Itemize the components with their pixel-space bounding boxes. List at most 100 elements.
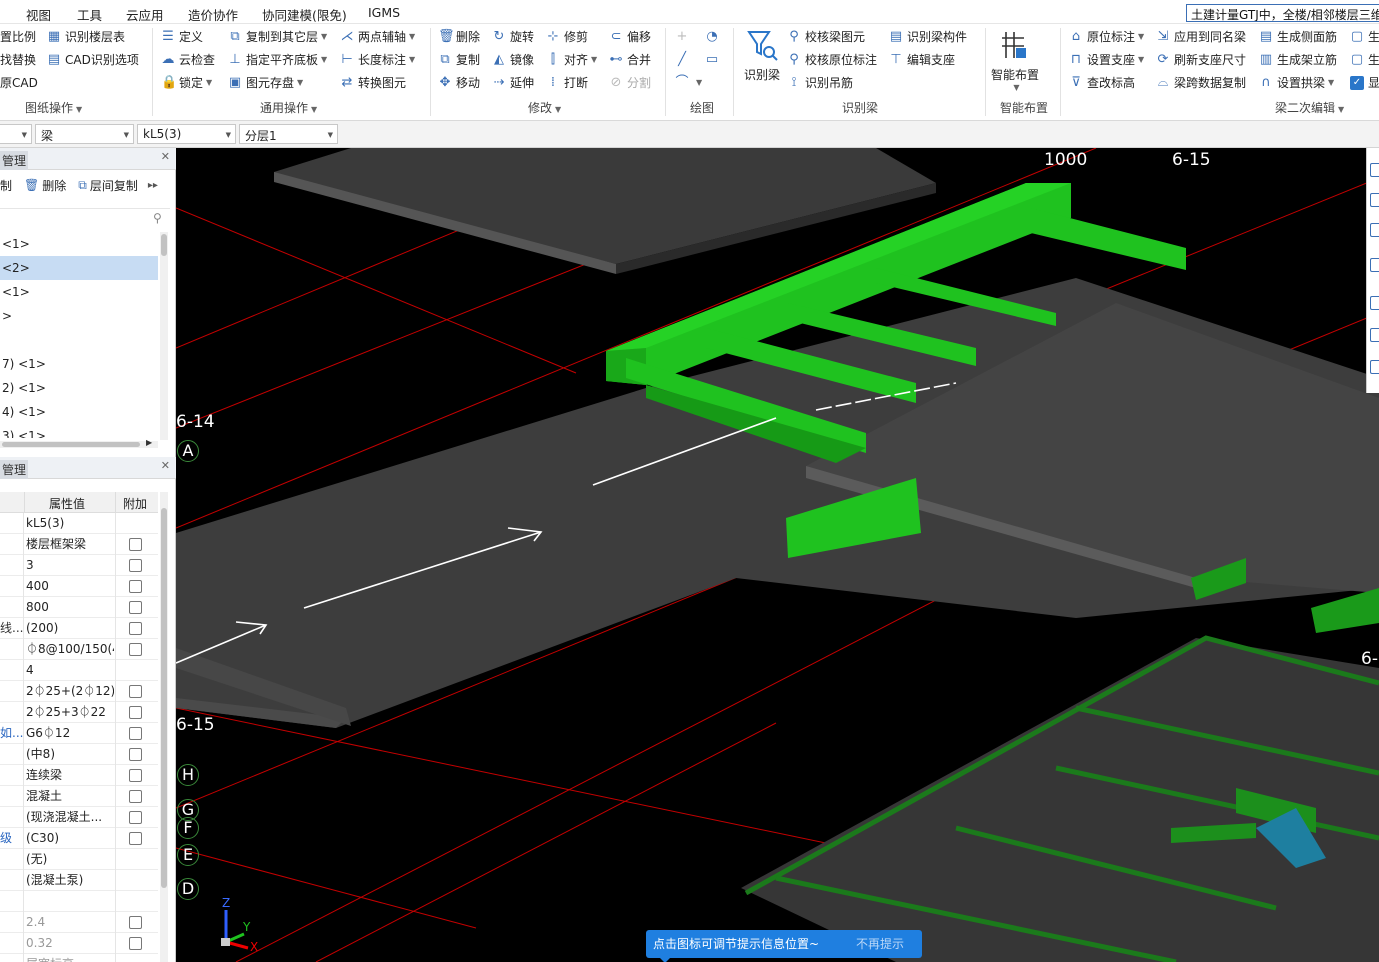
property-row[interactable]: 属宽标高 xyxy=(0,954,158,962)
property-row[interactable]: kL5(3) xyxy=(0,513,158,534)
property-value[interactable]: (C30) xyxy=(26,828,114,849)
top-notice-box[interactable]: 土建计量GTJ中，全楼/相邻楼层三维 xyxy=(1186,4,1379,22)
align-bottom-slab-button[interactable]: ⊥ 指定平齐底板 ▼ xyxy=(228,50,327,70)
property-value[interactable]: 连续梁 xyxy=(26,765,114,786)
view-2d-icon[interactable] xyxy=(1370,193,1379,207)
extra-checkbox[interactable] xyxy=(129,685,142,698)
set-support-button[interactable]: ⊓ 设置支座 ▼ xyxy=(1069,50,1144,70)
component-select[interactable]: kL5(3) ▼ xyxy=(137,124,236,144)
define-button[interactable]: ☰ 定义 xyxy=(161,27,203,47)
find-replace-button[interactable]: 找替换 xyxy=(0,50,36,70)
close-icon[interactable]: ✕ xyxy=(161,459,170,472)
dont-show-again-link[interactable]: 不再提示 xyxy=(856,930,904,958)
merge-button[interactable]: ⊷ 合并 xyxy=(609,50,652,70)
tree-row[interactable]: 4) <1> xyxy=(0,400,158,424)
copy-button[interactable]: ⧉ 复制 xyxy=(438,50,480,70)
align-button[interactable]: ⫿ 对齐 ▼ xyxy=(546,50,597,70)
show-checkbox[interactable]: ✓ 显 xyxy=(1350,73,1379,93)
tree-vertical-scrollbar[interactable] xyxy=(160,232,168,440)
draw-rotate-point-button[interactable]: ◔ xyxy=(705,27,723,47)
property-value[interactable]: 4 xyxy=(26,660,114,681)
property-value[interactable]: 楼层框架梁 xyxy=(26,534,114,555)
property-value[interactable]: (现浇混凝土... xyxy=(26,807,114,828)
property-value[interactable]: 800 xyxy=(26,597,114,618)
property-value[interactable]: 3 xyxy=(26,555,114,576)
draw-arc-button[interactable]: ⌒ ▼ xyxy=(675,73,702,93)
extra-checkbox[interactable] xyxy=(129,811,142,824)
tree-row[interactable]: <1> xyxy=(0,280,158,304)
smart-layout-button[interactable]: 智能布置 ▼ xyxy=(990,28,1040,92)
scrollbar-thumb[interactable] xyxy=(161,508,167,888)
extra-checkbox[interactable] xyxy=(129,622,142,635)
property-value[interactable]: 0.32 xyxy=(26,933,114,954)
view-layer-icon[interactable] xyxy=(1370,328,1379,342)
scroll-right-icon[interactable]: ▶ xyxy=(146,438,152,447)
menu-collab-modeling[interactable]: 协同建模(限免) xyxy=(262,5,347,24)
property-row[interactable]: 2⏀25+3⏀22 xyxy=(0,702,158,723)
draw-line-button[interactable]: ╱ xyxy=(675,50,693,70)
floor-select[interactable]: ▼ xyxy=(0,124,32,144)
convert-element-button[interactable]: ⇄ 转换图元 xyxy=(340,73,406,93)
property-row[interactable]: (现浇混凝土... xyxy=(0,807,158,828)
recognize-hanger-button[interactable]: ⟟ 识别吊筋 xyxy=(787,73,853,93)
property-row[interactable]: 如... G6⏀12 xyxy=(0,723,158,744)
floor-copy-button[interactable]: 层间复制 xyxy=(90,177,138,194)
gen-side-rebar-button[interactable]: ▤ 生成侧面筋 xyxy=(1259,27,1337,47)
gen-more-button-2[interactable]: ▢ 生 xyxy=(1350,50,1379,70)
property-row[interactable]: 800 xyxy=(0,597,158,618)
group-label-general-ops[interactable]: 通用操作 ▼ xyxy=(260,99,317,116)
tree-row-selected[interactable]: <2> xyxy=(0,256,158,280)
property-value[interactable]: 2.4 xyxy=(26,912,114,933)
property-row[interactable] xyxy=(0,891,158,912)
tree-row[interactable]: 3) <1> xyxy=(0,424,158,438)
span-data-copy-button[interactable]: ⌓ 梁跨数据复制 xyxy=(1156,73,1246,93)
gen-erect-rebar-button[interactable]: ▥ 生成架立筋 xyxy=(1259,50,1337,70)
menu-tools[interactable]: 工具 xyxy=(77,5,102,24)
property-value[interactable]: (无) xyxy=(26,849,114,870)
scrollbar-thumb[interactable] xyxy=(2,442,140,447)
offset-button[interactable]: ⊂ 偏移 xyxy=(609,27,651,47)
property-row[interactable]: 线... (200) xyxy=(0,618,158,639)
property-row[interactable]: 连续梁 xyxy=(0,765,158,786)
menu-view[interactable]: 视图 xyxy=(26,5,51,24)
extend-button[interactable]: ⇢ 延伸 xyxy=(492,73,534,93)
hint-toast[interactable]: 点击图标可调节提示信息位置~ 不再提示 xyxy=(646,930,922,962)
check-in-situ-label-button[interactable]: ⚲ 校核原位标注 xyxy=(787,50,877,70)
extra-checkbox[interactable] xyxy=(129,580,142,593)
extra-checkbox[interactable] xyxy=(129,832,142,845)
split-button[interactable]: ⊘ 分割 xyxy=(609,73,651,93)
trim-button[interactable]: ⊹ 修剪 xyxy=(546,27,588,47)
property-value[interactable]: G6⏀12 xyxy=(26,723,114,744)
property-row[interactable]: 0.32 xyxy=(0,933,158,954)
copy-component-button[interactable]: 制 xyxy=(0,177,12,194)
property-row[interactable]: 楼层框架梁 xyxy=(0,534,158,555)
close-icon[interactable]: ✕ xyxy=(161,150,170,163)
extra-checkbox[interactable] xyxy=(129,937,142,950)
extra-checkbox[interactable] xyxy=(129,559,142,572)
in-situ-label-button[interactable]: ⌂ 原位标注 ▼ xyxy=(1069,27,1144,47)
property-value[interactable]: ⏀8@100/150(4 xyxy=(26,639,114,660)
tree-row[interactable]: > xyxy=(0,304,158,328)
move-button[interactable]: ✥ 移动 xyxy=(438,73,480,93)
draw-rect-button[interactable]: ▭ xyxy=(705,50,723,70)
edit-support-button[interactable]: ⊤ 编辑支座 xyxy=(889,50,955,70)
search-icon[interactable]: ⚲ xyxy=(153,211,162,225)
more-icon[interactable]: ▸▸ xyxy=(148,180,158,191)
property-vertical-scrollbar[interactable] xyxy=(160,492,168,962)
extra-checkbox[interactable] xyxy=(129,916,142,929)
extra-checkbox[interactable] xyxy=(129,790,142,803)
property-row[interactable]: 3 xyxy=(0,555,158,576)
gen-more-button-1[interactable]: ▢ 生 xyxy=(1350,27,1379,47)
lock-button[interactable]: 🔒 锁定 ▼ xyxy=(161,73,212,93)
property-value[interactable] xyxy=(26,891,114,912)
group-label-drawing-ops[interactable]: 图纸操作 ▼ xyxy=(25,99,82,116)
coordinate-gizmo[interactable]: Z Y X xyxy=(216,896,266,954)
property-row[interactable]: 400 xyxy=(0,576,158,597)
group-label-beam-edit[interactable]: 梁二次编辑 ▼ xyxy=(1275,99,1344,116)
extra-checkbox[interactable] xyxy=(129,748,142,761)
recognize-floor-table-button[interactable]: ▦ 识别楼层表 xyxy=(47,27,125,47)
property-value[interactable]: (混凝土泵) xyxy=(26,870,114,891)
property-row[interactable]: 2.4 xyxy=(0,912,158,933)
property-row[interactable]: (无) xyxy=(0,849,158,870)
copy-to-other-floor-button[interactable]: ⧉ 复制到其它层 ▼ xyxy=(228,27,327,47)
